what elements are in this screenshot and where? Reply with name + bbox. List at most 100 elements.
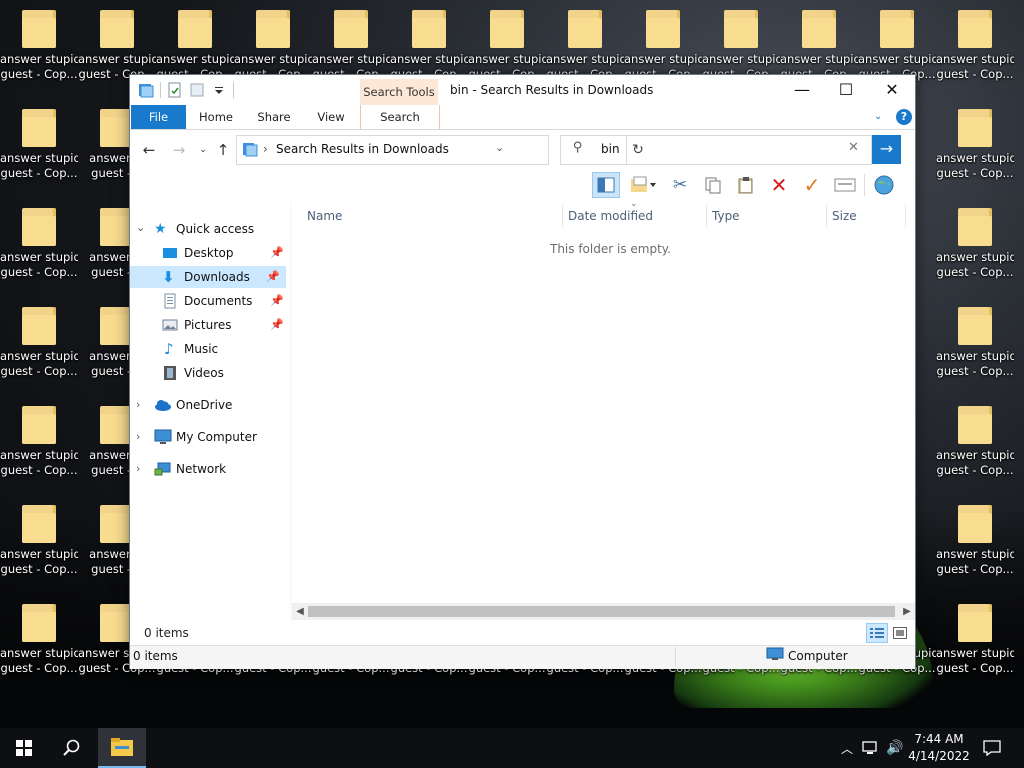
copy-icon[interactable] [699, 172, 727, 198]
nav-label: OneDrive [176, 398, 233, 412]
scroll-left-icon[interactable]: ◀ [292, 603, 308, 620]
icon-label-line1: answer stupid [702, 52, 780, 66]
desktop-icon[interactable]: answer stupidguest - Cop... [936, 0, 1014, 99]
column-divider[interactable] [562, 205, 563, 227]
recent-locations-icon[interactable]: ⌄ [194, 141, 212, 159]
paste-icon[interactable] [732, 172, 760, 198]
desktop-icon[interactable]: answer stupidguest - Cop... [936, 297, 1014, 396]
clear-search-icon[interactable]: ✕ [848, 140, 859, 155]
column-type[interactable]: Type [712, 205, 740, 227]
desktop-icon[interactable]: answer stupidguest - Cop... [0, 396, 78, 495]
search-go-button[interactable]: → [872, 135, 901, 164]
icon-label-line2: guest - Cop... [0, 166, 78, 180]
nav-downloads[interactable]: ⬇ Downloads 📌 [130, 266, 286, 288]
tab-search[interactable]: Search [360, 105, 440, 129]
network-tray-icon[interactable] [860, 728, 882, 768]
globe-icon[interactable] [870, 172, 898, 198]
collapsed-chevron-icon[interactable]: › [136, 426, 140, 448]
search-icon[interactable] [48, 728, 96, 768]
column-size[interactable]: Size [832, 205, 857, 227]
tab-view[interactable]: View [306, 105, 356, 129]
desktop-icon[interactable]: answer stupidguest - Cop... [936, 99, 1014, 198]
desktop-icon[interactable]: answer stupidguest - Cop... [0, 297, 78, 396]
up-icon[interactable]: ↑ [214, 141, 232, 159]
preview-pane-icon[interactable] [592, 172, 620, 198]
pane-splitter[interactable] [290, 203, 292, 621]
new-folder-icon[interactable] [189, 82, 205, 98]
desktop-icon[interactable]: answer stupidguest - Cop... [936, 198, 1014, 297]
ribbon-expand-icon[interactable]: ⌄ [874, 111, 886, 122]
nav-my-computer[interactable]: › My Computer [130, 426, 290, 448]
desktop-icon[interactable]: answer stupidguest - Cop... [936, 495, 1014, 594]
icon-label-line1: answer stupid [546, 52, 624, 66]
properties-box-icon[interactable] [831, 172, 859, 198]
bottom-divider [675, 647, 676, 666]
column-date-modified[interactable]: Date modified [568, 205, 653, 227]
forward-icon[interactable]: → [170, 141, 188, 159]
column-divider[interactable] [706, 205, 707, 227]
column-name[interactable]: Name [307, 205, 342, 227]
icon-label-line1: answer stupid [936, 646, 1014, 660]
back-icon[interactable]: ← [140, 141, 158, 159]
tab-file[interactable]: File [131, 105, 186, 129]
collapsed-chevron-icon[interactable]: › [136, 394, 140, 416]
column-divider[interactable] [905, 205, 906, 227]
desktop-icon[interactable]: answer stupidguest - Cop... [0, 198, 78, 297]
minimize-button[interactable]: — [779, 75, 825, 105]
nav-quick-access[interactable]: ⌄ ★ Quick access [130, 218, 290, 240]
column-divider[interactable] [826, 205, 827, 227]
help-icon[interactable]: ? [896, 109, 912, 125]
desktop-icon[interactable]: answer stupidguest - Cop... [936, 396, 1014, 495]
expanded-chevron-icon[interactable]: ⌄ [136, 217, 145, 239]
large-icons-view-icon[interactable] [889, 623, 911, 643]
customize-qat-icon[interactable] [211, 82, 227, 98]
nav-music[interactable]: ♪ Music [130, 338, 290, 360]
tab-home[interactable]: Home [191, 105, 241, 129]
notifications-icon[interactable] [980, 728, 1004, 768]
clock[interactable]: 7:44 AM 4/14/2022 [902, 731, 976, 765]
cut-icon[interactable]: ✂ [666, 172, 694, 198]
icon-label-line1: answer stupid [936, 250, 1014, 264]
desktop-icon[interactable]: answer stupidguest - Cop... [0, 495, 78, 594]
file-explorer-taskbar-icon[interactable] [98, 728, 146, 768]
organize-icon[interactable] [625, 172, 661, 198]
nav-desktop[interactable]: Desktop 📌 [130, 242, 290, 264]
nav-documents[interactable]: Documents 📌 [130, 290, 290, 312]
desktop-icon[interactable]: answer stupidguest - Cop... [0, 99, 78, 198]
desktop-icon[interactable]: answer stupidguest - Cop... [936, 594, 1014, 693]
folder-icon [724, 10, 758, 48]
nav-network[interactable]: › Network [130, 458, 290, 480]
desktop-icon[interactable]: answer stupidguest - Cop... [0, 594, 78, 693]
delete-icon[interactable]: ✕ [765, 172, 793, 198]
file-explorer-window[interactable]: Search Tools bin - Search Results in Dow… [129, 74, 916, 669]
icon-label-line1: answer stupid [0, 349, 78, 363]
desktop-icon-top-left[interactable]: answer stupid guest - Cop... [0, 0, 78, 99]
details-view-icon[interactable] [866, 623, 888, 643]
icon-label-line2: guest - Cop... [0, 562, 78, 576]
nav-pictures[interactable]: Pictures 📌 [130, 314, 290, 336]
close-button[interactable]: ✕ [869, 75, 915, 105]
breadcrumb-path[interactable]: Search Results in Downloads [276, 142, 449, 156]
chevron-up-icon[interactable]: ︿ [836, 728, 858, 768]
tab-share[interactable]: Share [249, 105, 299, 129]
bottom-item-count: 0 items [133, 649, 178, 663]
address-dropdown-icon[interactable]: ⌄ [495, 141, 504, 154]
breadcrumb-separator[interactable]: › [263, 142, 268, 156]
search-input[interactable]: bin [601, 142, 620, 156]
scroll-right-icon[interactable]: ▶ [899, 603, 915, 620]
nav-videos[interactable]: Videos [130, 362, 290, 384]
collapsed-chevron-icon[interactable]: › [136, 458, 140, 480]
icon-label-line1: answer stupid [936, 52, 1014, 66]
nav-onedrive[interactable]: › OneDrive [130, 394, 290, 416]
title-bar[interactable]: Search Tools bin - Search Results in Dow… [130, 75, 915, 129]
icon-label-line1: answer stupid [936, 448, 1014, 462]
folder-icon [22, 10, 56, 48]
rename-check-icon[interactable]: ✓ [798, 172, 826, 198]
scrollbar-thumb[interactable] [308, 606, 895, 617]
search-box[interactable]: ⚲ bin ✕ [560, 135, 872, 165]
start-windows-icon[interactable] [0, 728, 48, 768]
address-bar[interactable]: › Search Results in Downloads ⌄ ↻ [236, 135, 644, 165]
maximize-button[interactable]: ☐ [823, 75, 869, 105]
properties-icon[interactable] [167, 82, 183, 98]
icon-label-line1: answer stupid [156, 52, 234, 66]
